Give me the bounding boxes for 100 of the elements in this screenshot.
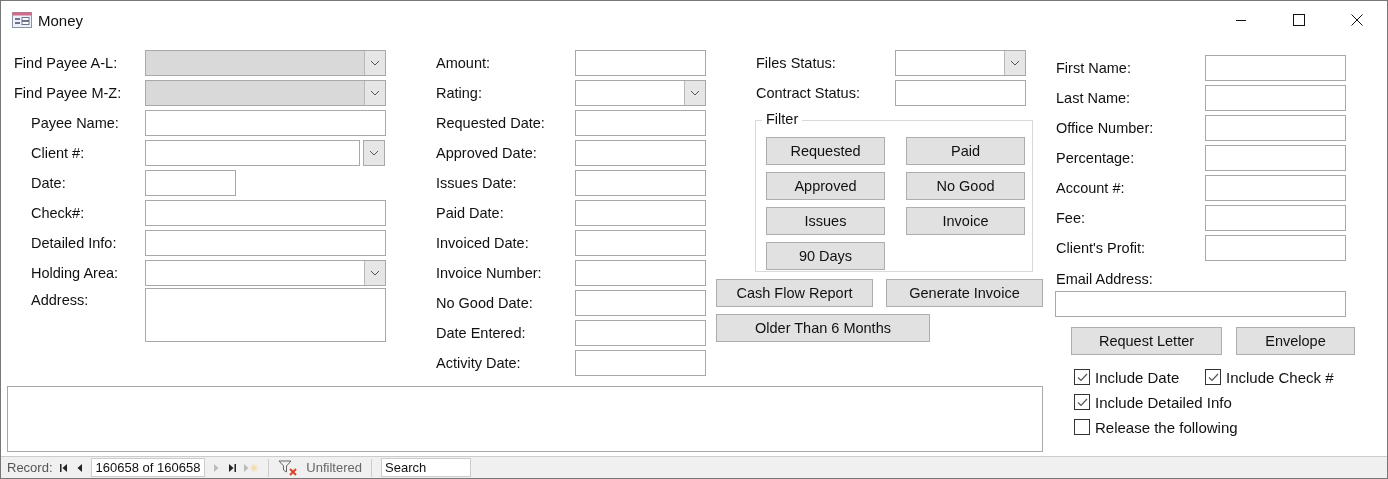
combo-box[interactable]: [145, 260, 386, 286]
field-label: Approved Date:: [436, 145, 538, 161]
close-icon[interactable]: [1351, 14, 1363, 26]
checkbox[interactable]: [1074, 394, 1090, 410]
letter-button[interactable]: Envelope: [1236, 327, 1355, 355]
new-record-icon[interactable]: [243, 462, 260, 473]
letter-button[interactable]: Request Letter: [1071, 327, 1222, 355]
checkbox[interactable]: [1074, 369, 1090, 385]
chevron-icon: [370, 270, 380, 276]
input-field[interactable]: [575, 260, 706, 286]
maximize-icon[interactable]: [1293, 14, 1305, 26]
field-label: Contract Status:: [756, 85, 861, 101]
input-field[interactable]: [1205, 115, 1346, 141]
search-field[interactable]: Search: [381, 458, 471, 477]
combo-box[interactable]: [575, 80, 706, 106]
field-label: Address:: [30, 291, 90, 308]
field-label: Percentage:: [1056, 150, 1136, 166]
check-icon: [1207, 372, 1219, 382]
input-field[interactable]: [145, 140, 360, 166]
input-field[interactable]: [575, 290, 706, 316]
field-label: Detailed Info:: [30, 235, 118, 251]
input-field[interactable]: [1205, 205, 1346, 231]
option-checkbox[interactable]: Include Detailed Info: [1074, 392, 1354, 412]
input-field[interactable]: [575, 50, 706, 76]
field-label: Email Address:: [1056, 271, 1154, 287]
field-label: Client's Profit:: [1056, 240, 1146, 256]
field-label: Last Name:: [1056, 90, 1132, 106]
chevron-icon: [370, 90, 380, 96]
filter-button[interactable]: No Good: [906, 172, 1025, 200]
filter-button[interactable]: 90 Days: [766, 242, 885, 270]
input-field[interactable]: [575, 320, 706, 346]
dropdown-button[interactable]: [363, 140, 385, 166]
field-label: Fee:: [1056, 210, 1086, 226]
field-label: Find Payee A-L:: [14, 55, 119, 71]
chevron-icon: [370, 60, 380, 66]
field-label: Files Status:: [756, 55, 837, 71]
filter-button[interactable]: Approved: [766, 172, 885, 200]
field-label: Find Payee M-Z:: [14, 85, 123, 101]
field-label: Rating:: [436, 85, 483, 101]
last-record-icon[interactable]: [227, 462, 238, 473]
option-checkbox[interactable]: Include Date: [1074, 367, 1205, 387]
filter-status[interactable]: Unfiltered: [306, 460, 362, 475]
check-icon: [1076, 372, 1088, 382]
field-label: Check#:: [30, 205, 86, 221]
chevron-icon: [690, 90, 700, 96]
report-button[interactable]: Generate Invoice: [886, 279, 1043, 307]
input-field[interactable]: [145, 110, 386, 136]
input-field[interactable]: [1205, 145, 1346, 171]
filter-button[interactable]: Requested: [766, 137, 885, 165]
window-title: Money: [38, 11, 84, 29]
field-label: Date:: [30, 175, 67, 191]
input-field[interactable]: [1205, 85, 1346, 111]
field-label: Activity Date:: [436, 355, 522, 371]
field-label: Date Entered:: [436, 325, 527, 341]
input-field[interactable]: [145, 230, 386, 256]
field-label: Client #:: [30, 145, 86, 161]
filter-button[interactable]: Paid: [906, 137, 1025, 165]
record-position-field[interactable]: 160658 of 160658: [90, 458, 206, 477]
filter-button[interactable]: Issues: [766, 207, 885, 235]
field-label: Paid Date:: [436, 205, 505, 221]
chevron-icon: [1010, 60, 1020, 66]
group-title: Filter: [762, 111, 803, 127]
option-checkbox[interactable]: Include Check #: [1205, 367, 1355, 387]
input-field[interactable]: [1205, 235, 1346, 261]
checkbox[interactable]: [1205, 369, 1221, 385]
input-field[interactable]: [575, 140, 706, 166]
checkbox[interactable]: [1074, 419, 1090, 435]
field-label: Issues Date:: [436, 175, 518, 191]
field-label: Amount:: [436, 55, 491, 71]
field-label: Payee Name:: [30, 115, 120, 131]
field-label: No Good Date:: [436, 295, 534, 311]
input-field[interactable]: [1205, 55, 1346, 81]
option-checkbox[interactable]: Release the following: [1074, 417, 1354, 437]
field-label: Office Number:: [1056, 120, 1155, 136]
field-label: Requested Date:: [436, 115, 546, 131]
chevron-icon: [369, 150, 379, 156]
input-field[interactable]: [575, 200, 706, 226]
field-label: Invoiced Date:: [436, 235, 530, 251]
first-record-icon[interactable]: [58, 462, 69, 473]
combo-box[interactable]: [895, 50, 1026, 76]
input-field[interactable]: [575, 350, 706, 376]
record-label: Record:: [7, 460, 53, 475]
input-field[interactable]: [1205, 175, 1346, 201]
filter-button[interactable]: Invoice: [906, 207, 1025, 235]
notes-field[interactable]: [7, 386, 1043, 452]
input-field[interactable]: [145, 288, 386, 342]
form-icon: [12, 12, 32, 28]
input-field[interactable]: [575, 230, 706, 256]
input-field[interactable]: [895, 80, 1026, 106]
input-field[interactable]: [575, 110, 706, 136]
field-label: Holding Area:: [30, 265, 120, 281]
report-button[interactable]: Older Than 6 Months: [716, 314, 930, 342]
field-label: Invoice Number:: [436, 265, 543, 281]
input-field[interactable]: [145, 200, 386, 226]
field-label: Account #:: [1056, 180, 1126, 196]
input-field[interactable]: [575, 170, 706, 196]
input-field[interactable]: [145, 170, 236, 196]
check-icon: [1076, 397, 1088, 407]
input-field[interactable]: [1055, 291, 1346, 317]
report-button[interactable]: Cash Flow Report: [716, 279, 873, 307]
